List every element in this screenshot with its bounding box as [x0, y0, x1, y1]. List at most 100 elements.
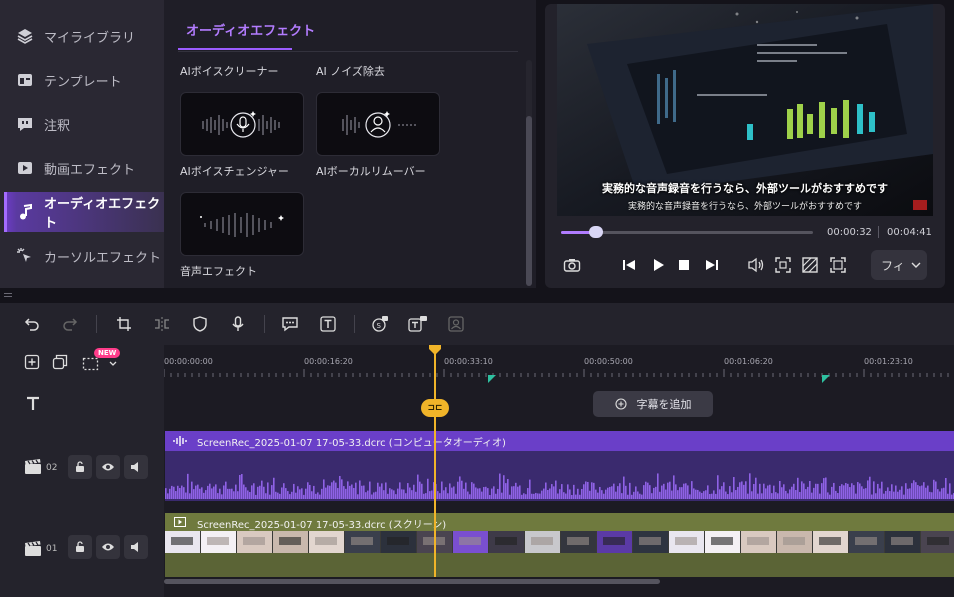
marker-icon[interactable]	[488, 375, 496, 383]
undo-button[interactable]	[22, 314, 42, 334]
comment-button[interactable]	[280, 314, 300, 334]
svg-text:S: S	[377, 322, 382, 330]
track-visibility-button[interactable]	[96, 535, 120, 559]
safe-zone-button[interactable]	[799, 254, 821, 276]
track-mute-button[interactable]	[124, 455, 148, 479]
tab-audio-effect[interactable]: オーディオエフェクト	[186, 20, 315, 39]
effect-card-ai-noise-removal[interactable]	[316, 92, 440, 156]
play-icon	[654, 259, 664, 271]
avatar-icon	[448, 316, 464, 332]
progress-knob[interactable]	[589, 226, 604, 238]
volume-button[interactable]	[745, 254, 767, 276]
ai-avatar-button[interactable]	[446, 314, 466, 334]
audio-waveform[interactable]	[165, 451, 954, 501]
timeline-scrollbar[interactable]	[164, 579, 660, 584]
ruler-ticks	[164, 369, 949, 377]
split-at-playhead-button[interactable]: ⊐⊏	[421, 399, 449, 417]
stop-button[interactable]	[673, 254, 695, 276]
redo-button[interactable]	[60, 314, 80, 334]
sidebar-item-template[interactable]: テンプレート	[4, 60, 164, 100]
ruler-label: 00:01:23:10	[864, 357, 913, 366]
video-thumbnails[interactable]	[165, 531, 954, 553]
panel-splitter[interactable]	[0, 292, 954, 298]
hatch-icon	[802, 257, 818, 273]
split-button[interactable]	[152, 314, 172, 334]
audio-clip[interactable]: ScreenRec_2025-01-07 17-05-33.dcrc (コンピュ…	[165, 431, 954, 451]
volume-icon	[748, 257, 764, 273]
chevron-down-icon	[109, 361, 117, 366]
sidebar-item-video-effect[interactable]: 動画エフェクト	[4, 148, 164, 188]
sidebar-item-audio-effect[interactable]: オーディオエフェクト	[4, 192, 164, 232]
add-subtitle-button[interactable]: 字幕を追加	[593, 391, 713, 417]
sidebar: マイライブラリ テンプレート 注釈 動画エフェクト オーディオエフェクト カーソ…	[0, 0, 164, 288]
crop-button[interactable]	[114, 314, 134, 334]
stop-icon	[679, 260, 689, 270]
text-button[interactable]	[318, 314, 338, 334]
video-clip-icon	[174, 517, 186, 527]
sidebar-item-my-library[interactable]: マイライブラリ	[4, 16, 164, 56]
record-voice-button[interactable]	[228, 314, 248, 334]
playhead-handle-icon[interactable]	[429, 345, 441, 355]
speaker-icon	[131, 542, 138, 552]
ruler-label: 00:00:00:00	[164, 357, 213, 366]
track-lock-button[interactable]	[68, 535, 92, 559]
duplicate-track-button[interactable]	[52, 354, 68, 370]
play-button[interactable]	[647, 254, 669, 276]
audio-wave-icon	[173, 436, 187, 446]
unlock-icon	[76, 461, 84, 472]
video-clip-base	[165, 553, 954, 577]
next-frame-button[interactable]	[701, 254, 723, 276]
skip-forward-icon	[706, 260, 718, 270]
video-clip[interactable]: ScreenRec_2025-01-07 17-05-33.dcrc (スクリー…	[165, 513, 954, 531]
audio-wave-icon	[200, 213, 284, 237]
add-track-button[interactable]	[24, 354, 40, 370]
tab-underline	[178, 48, 292, 50]
template-icon	[16, 71, 34, 89]
sidebar-item-cursor-effect[interactable]: カーソルエフェクト	[4, 236, 164, 276]
clip-title: ScreenRec_2025-01-07 17-05-33.dcrc (コンピュ…	[197, 438, 506, 449]
effect-label: AI ノイズ除去	[316, 65, 385, 78]
sidebar-item-annotation[interactable]: 注釈	[4, 104, 164, 144]
effect-label: AIボーカルリムーバー	[316, 165, 426, 178]
total-time: 00:04:41	[887, 227, 932, 238]
track-visibility-button[interactable]	[96, 455, 120, 479]
preview-panel: 実務的な音声録音を行うなら、外部ツールがおすすめです 実務的な音声録音を行うなら…	[545, 4, 945, 288]
sidebar-item-label: カーソルエフェクト	[44, 250, 162, 266]
thumbnail-strip	[165, 531, 954, 553]
prev-frame-button[interactable]	[618, 254, 640, 276]
playhead[interactable]	[434, 345, 436, 577]
fit-dropdown[interactable]: フィ	[871, 250, 927, 280]
crop-frame-icon	[775, 257, 791, 273]
fullscreen-icon	[830, 257, 846, 273]
marker-icon[interactable]	[822, 375, 830, 383]
snapshot-button[interactable]	[561, 254, 583, 276]
timeline: NEW 02 01 00:00:00:00 00:00:16:20 00:00:…	[0, 345, 954, 597]
crop-view-button[interactable]	[772, 254, 794, 276]
toolbar-divider	[354, 315, 355, 333]
auto-subtitle-button[interactable]: S	[370, 314, 390, 334]
waveform-graphic	[165, 473, 954, 499]
effect-card-ai-voice-cleaner[interactable]	[180, 92, 304, 156]
effect-card-audio-effect[interactable]	[180, 192, 304, 256]
chevron-down-icon	[911, 262, 921, 268]
track-number: 02	[46, 463, 58, 473]
music-note-icon	[16, 203, 34, 221]
current-time: 00:00:32	[827, 227, 872, 238]
text-track-icon	[24, 395, 42, 413]
fullscreen-button[interactable]	[827, 254, 849, 276]
effects-scrollbar-thumb[interactable]	[526, 116, 532, 286]
effect-label: AIボイスクリーナー	[180, 65, 279, 78]
crop-icon	[117, 317, 131, 331]
track-lock-button[interactable]	[68, 455, 92, 479]
text-to-speech-button[interactable]	[408, 314, 428, 334]
plus-circle-icon	[614, 398, 627, 410]
ruler-label: 00:00:16:20	[304, 357, 353, 366]
track-mute-button[interactable]	[124, 535, 148, 559]
selection-icon	[82, 357, 99, 371]
mark-button[interactable]	[190, 314, 210, 334]
text-box-icon	[320, 316, 336, 332]
annotation-icon	[16, 115, 34, 133]
speaker-icon	[131, 462, 138, 472]
magnet-snap-button[interactable]: NEW	[82, 348, 121, 372]
microphone-icon	[232, 316, 244, 331]
